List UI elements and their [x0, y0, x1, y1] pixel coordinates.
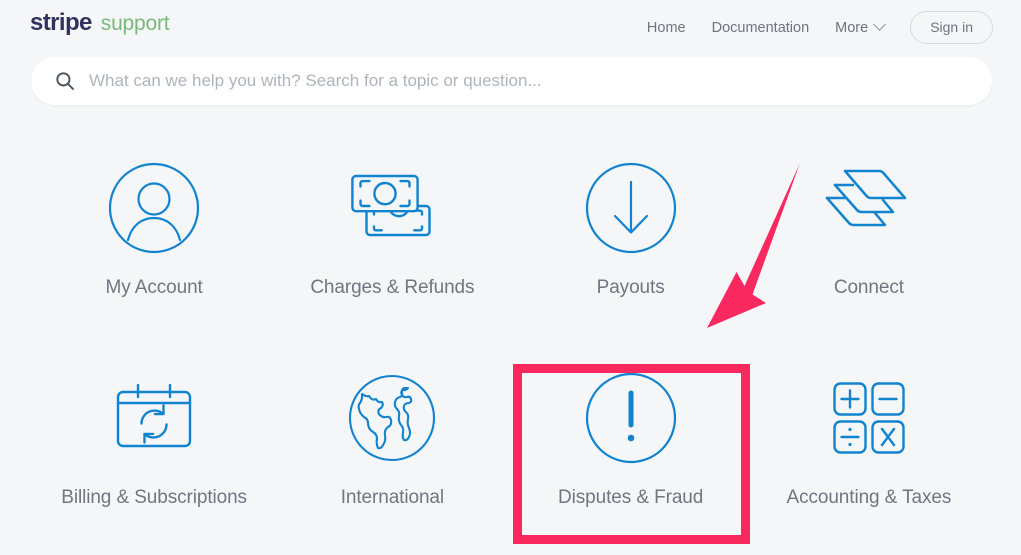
- category-card-connect[interactable]: Connect: [750, 140, 988, 350]
- stripe-support-logo[interactable]: stripe support: [30, 6, 170, 36]
- chevron-down-icon: [873, 18, 887, 31]
- category-label: My Account: [105, 277, 203, 298]
- category-label: Disputes & Fraud: [558, 487, 704, 508]
- category-card-charges-refunds[interactable]: Charges & Refunds: [273, 140, 511, 350]
- category-card-my-account[interactable]: My Account: [35, 140, 273, 350]
- exclamation-circle-icon: [583, 370, 679, 466]
- category-grid: My Account Charges & Refunds Payouts Con…: [35, 140, 988, 555]
- arrow-down-circle-icon: [583, 160, 679, 256]
- category-card-payouts[interactable]: Payouts: [512, 140, 750, 350]
- primary-nav: Home Documentation More Sign in: [647, 6, 993, 44]
- category-label: Charges & Refunds: [310, 277, 475, 298]
- stacked-layers-icon: [821, 160, 917, 256]
- search-input[interactable]: [89, 71, 968, 91]
- category-label: International: [340, 487, 445, 508]
- banknotes-icon: [344, 160, 440, 256]
- calculator-operators-icon: [821, 370, 917, 466]
- category-label: Accounting & Taxes: [786, 487, 952, 508]
- nav-item-more-label: More: [835, 19, 869, 36]
- site-header: stripe support Home Documentation More S…: [0, 0, 1021, 52]
- category-card-accounting-taxes[interactable]: Accounting & Taxes: [750, 350, 988, 555]
- nav-item-home[interactable]: Home: [647, 20, 686, 36]
- category-card-disputes-fraud[interactable]: Disputes & Fraud: [512, 350, 750, 555]
- search-icon: [55, 71, 75, 91]
- person-circle-icon: [106, 160, 202, 256]
- globe-icon: [344, 370, 440, 466]
- nav-item-more[interactable]: More: [835, 18, 887, 36]
- category-label: Billing & Subscriptions: [61, 487, 247, 508]
- brand-name-stripe: stripe: [30, 9, 92, 36]
- category-label: Connect: [833, 277, 904, 298]
- category-label: Payouts: [596, 277, 665, 298]
- category-card-billing-subscriptions[interactable]: Billing & Subscriptions: [35, 350, 273, 555]
- brand-name-support: support: [100, 12, 170, 35]
- nav-item-documentation[interactable]: Documentation: [712, 20, 810, 36]
- calendar-refresh-icon: [106, 370, 202, 466]
- sign-in-button[interactable]: Sign in: [910, 11, 993, 44]
- search-bar[interactable]: [31, 57, 992, 105]
- category-card-international[interactable]: International: [273, 350, 511, 555]
